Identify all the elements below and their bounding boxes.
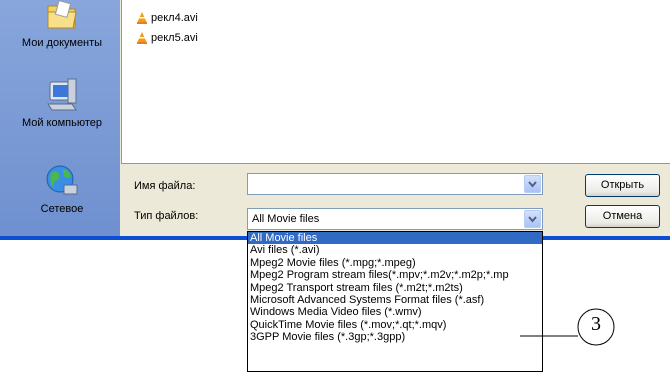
place-network[interactable]: Сетевое [4,163,120,215]
filetype-option[interactable]: QuickTime Movie files (*.mov;*.qt;*.mqv) [248,319,542,331]
filetype-dropdown-list[interactable]: All Movie files Avi files (*.avi) Mpeg2 … [247,231,543,372]
my-documents-icon [47,0,77,29]
vlc-icon [137,32,147,45]
chevron-down-icon [528,216,537,223]
place-label: Мои документы [21,37,103,49]
file-name: рекл4.avi [151,12,198,24]
filetype-label: Тип файлов: [134,210,199,222]
file-item[interactable]: рекл5.avi [136,30,198,46]
open-button[interactable]: Открыть [585,174,660,197]
filetype-option[interactable]: Windows Media Video files (*.wmv) [248,306,542,318]
filetype-option[interactable]: Avi files (*.avi) [248,244,542,256]
cancel-button[interactable]: Отмена [585,205,660,228]
filetype-option[interactable]: Microsoft Advanced Systems Format files … [248,294,542,306]
filename-dropdown-button[interactable] [524,175,541,193]
filename-label: Имя файла: [134,180,196,192]
filename-combo[interactable] [247,173,543,195]
filetype-option[interactable]: Mpeg2 Transport stream files (*.m2t;*.m2… [248,282,542,294]
file-list[interactable]: рекл4.avi рекл5.avi [121,0,670,164]
callout-number: 3 [591,313,601,335]
place-label: Мой компьютер [21,117,103,129]
filetype-dropdown-button[interactable] [524,210,541,228]
filetype-option[interactable]: Mpeg2 Movie files (*.mpg;*.mpeg) [248,257,542,269]
place-my-documents[interactable]: Мои документы [4,0,120,49]
network-icon [46,165,78,195]
places-bar: Мои документы Мой компьютер Сетевое [0,0,120,236]
filetype-option[interactable]: All Movie files [248,232,542,245]
open-file-dialog: Мои документы Мой компьютер Сетевое рекл… [0,0,670,240]
my-computer-icon [47,78,77,111]
place-label: Сетевое [40,203,84,215]
filetype-selected-value: All Movie files [252,213,320,225]
vlc-icon [137,12,147,25]
chevron-down-icon [528,181,537,188]
filetype-option[interactable]: 3GPP Movie files (*.3gp;*.3gpp) [248,331,542,343]
filetype-combo[interactable]: All Movie files [247,208,543,230]
place-my-computer[interactable]: Мой компьютер [4,76,120,130]
filetype-option[interactable]: Mpeg2 Program stream files(*.mpv;*.m2v;*… [248,269,542,281]
file-name: рекл5.avi [151,32,198,44]
file-item[interactable]: рекл4.avi [136,10,198,26]
